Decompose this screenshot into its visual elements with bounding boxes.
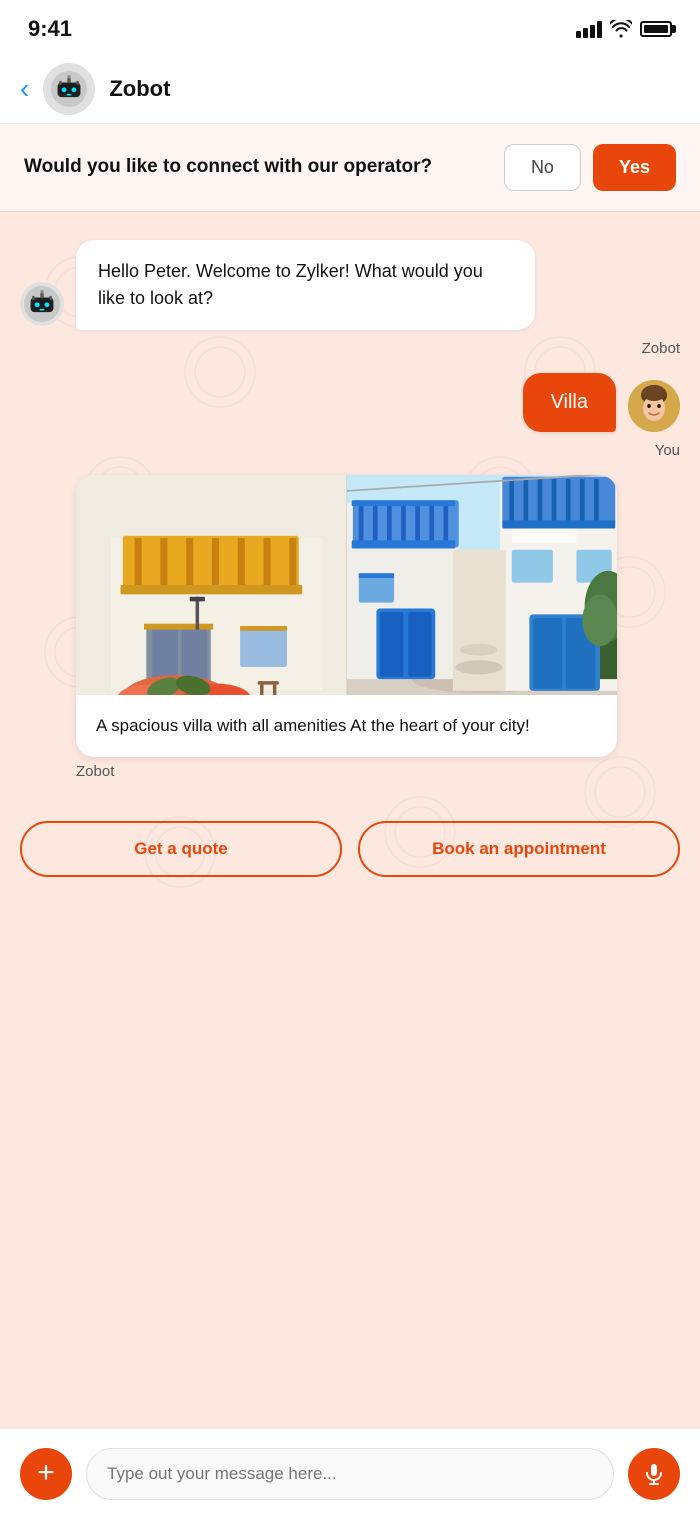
bot-face-icon: [51, 71, 87, 107]
bot-avatar-small-1: [20, 282, 64, 326]
user-sender-name: You: [20, 442, 680, 459]
villa-card: A spacious villa with all amenities At t…: [76, 475, 617, 757]
input-bar: +: [0, 1428, 700, 1518]
back-button[interactable]: ‹: [20, 75, 29, 103]
battery-icon: [640, 21, 672, 37]
villa-description: A spacious villa with all amenities At t…: [76, 695, 617, 757]
signal-icon: [576, 20, 602, 38]
bot-header-name: Zobot: [109, 76, 170, 102]
action-buttons-area: Get a quote Book an appointment: [0, 801, 700, 897]
mic-icon: [642, 1462, 666, 1486]
chat-messages: Hello Peter. Welcome to Zylker! What wou…: [0, 212, 700, 781]
user-villa-bubble: Villa: [523, 373, 616, 432]
microphone-button[interactable]: [628, 1448, 680, 1500]
status-time: 9:41: [28, 16, 72, 42]
get-quote-button[interactable]: Get a quote: [20, 821, 342, 877]
wifi-icon: [610, 20, 632, 38]
status-bar: 9:41: [0, 0, 700, 54]
status-icons: [576, 20, 672, 38]
message-input[interactable]: [86, 1448, 614, 1500]
operator-buttons: No Yes: [504, 144, 676, 191]
operator-banner: Would you like to connect with our opera…: [0, 124, 700, 212]
operator-yes-button[interactable]: Yes: [593, 144, 676, 191]
operator-no-button[interactable]: No: [504, 144, 581, 191]
villa-image-left: [76, 475, 347, 695]
bot-face-small-icon: [24, 286, 60, 322]
app-page: 9:41 ‹: [0, 0, 700, 1518]
user-avatar: [628, 380, 680, 432]
user-villa-message: Villa: [20, 373, 680, 432]
bot-greeting-bubble: Hello Peter. Welcome to Zylker! What wou…: [76, 240, 535, 330]
book-appointment-button[interactable]: Book an appointment: [358, 821, 680, 877]
operator-question: Would you like to connect with our opera…: [24, 154, 504, 181]
bot-sender-name-1: Zobot: [20, 340, 680, 357]
villa-image-right: [347, 475, 618, 695]
bot-greeting-message: Hello Peter. Welcome to Zylker! What wou…: [20, 240, 680, 330]
add-attachment-button[interactable]: +: [20, 1448, 72, 1500]
bot-avatar-header: [43, 63, 95, 115]
villa-images: [76, 475, 617, 695]
user-face-icon: [628, 380, 680, 432]
chat-header: ‹ Zobot: [0, 54, 700, 124]
chat-scroll-area: Hello Peter. Welcome to Zylker! What wou…: [0, 212, 700, 1428]
bot-sender-name-2: Zobot: [76, 763, 114, 780]
